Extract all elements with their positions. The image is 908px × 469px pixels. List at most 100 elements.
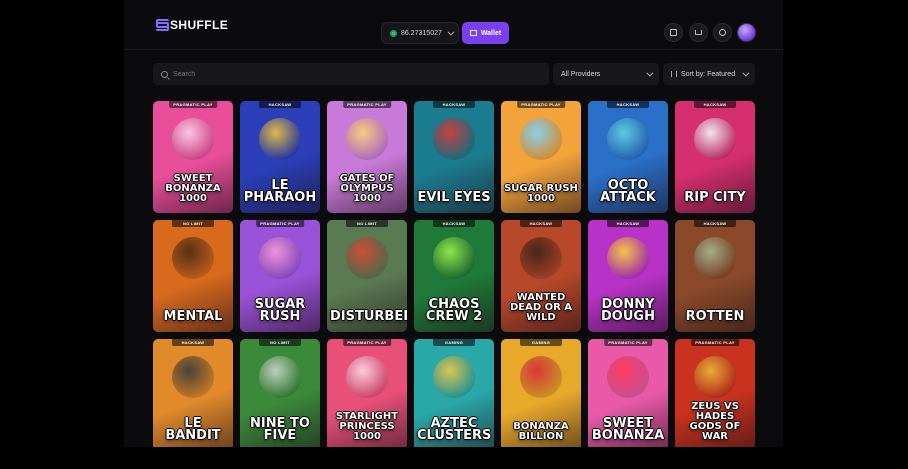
game-title: Chaos Crew 2: [425, 297, 483, 324]
game-art: [346, 237, 388, 280]
search-input[interactable]: [173, 70, 533, 78]
game-card[interactable]: PRAGMATIC PLAY Sugar Rush: [240, 220, 320, 332]
provider-badge: HACKSAW: [520, 220, 562, 227]
game-title: Donny Dough: [601, 297, 655, 324]
game-grid: PRAGMATIC PLAY Sweet Bonanza 1000 HACKSAW L…: [153, 101, 755, 447]
game-card[interactable]: HACKSAW Le Pharaoh: [240, 101, 320, 213]
provider-badge: PRAGMATIC PLAY: [343, 339, 391, 346]
game-card[interactable]: NO LIMIT Mental: [153, 220, 233, 332]
game-art: [607, 356, 649, 399]
game-art: [433, 118, 475, 161]
chat-icon: [719, 29, 726, 36]
game-card[interactable]: PRAGMATIC PLAY Gates of Olympus 1000: [327, 101, 407, 213]
game-card[interactable]: GAMING Aztec Clusters: [414, 339, 494, 447]
game-card[interactable]: PRAGMATIC PLAY Sweet Bonanza 1000: [153, 101, 233, 213]
provider-badge: PRAGMATIC PLAY: [517, 101, 565, 108]
game-title: Bonanza Billion: [513, 421, 569, 442]
sort-select-value: Sort by: Featured: [681, 70, 736, 78]
game-card[interactable]: NO LIMIT Disturbed: [327, 220, 407, 332]
wallet-label: Wallet: [480, 29, 502, 37]
sort-select[interactable]: Sort by: Featured: [663, 63, 755, 85]
game-art: [520, 118, 562, 161]
game-title: Sugar Rush: [254, 297, 306, 324]
provider-badge: HACKSAW: [433, 101, 475, 108]
search-bar[interactable]: [153, 63, 549, 85]
avatar[interactable]: [737, 23, 756, 42]
game-art: [346, 356, 388, 399]
game-title: Le Bandit: [165, 416, 221, 443]
game-title: Zeus vs Hades Gods of War: [689, 401, 741, 442]
game-card[interactable]: HACKSAW Octo Attack: [588, 101, 668, 213]
wallet-icon: [469, 30, 477, 36]
game-art: [520, 356, 562, 399]
game-card[interactable]: PRAGMATIC PLAY Starlight Princess 1000: [327, 339, 407, 447]
game-art: [694, 356, 736, 399]
search-icon: [161, 70, 168, 78]
rewards-icon: [670, 29, 677, 36]
game-title: Evil Eyes: [417, 190, 491, 205]
game-art: [433, 237, 475, 280]
game-title: Octo Attack: [600, 178, 656, 205]
provider-badge: HACKSAW: [694, 101, 736, 108]
provider-badge: HACKSAW: [694, 220, 736, 227]
game-card[interactable]: HACKSAW Chaos Crew 2: [414, 220, 494, 332]
game-title: Disturbed: [330, 309, 407, 324]
game-title: Starlight Princess 1000: [335, 411, 399, 442]
game-card[interactable]: PRAGMATIC PLAY Zeus vs Hades Gods of War: [675, 339, 755, 447]
game-card[interactable]: HACKSAW Le Bandit: [153, 339, 233, 447]
provider-badge: PRAGMATIC PLAY: [256, 220, 304, 227]
casino-app: SHUFFLE 86.27315027 Wallet All Providers: [124, 0, 783, 447]
game-card[interactable]: PRAGMATIC PLAY Sugar Rush 1000: [501, 101, 581, 213]
provider-badge: PRAGMATIC PLAY: [604, 339, 652, 346]
game-card[interactable]: NO LIMIT Nine to Five: [240, 339, 320, 447]
sort-icon: [671, 71, 677, 77]
provider-select-value: All Providers: [561, 70, 601, 78]
game-title: Gates of Olympus 1000: [339, 173, 395, 204]
game-art: [259, 237, 301, 280]
provider-badge: PRAGMATIC PLAY: [343, 101, 391, 108]
provider-badge: HACKSAW: [433, 220, 475, 227]
game-title: Wanted Dead or a Wild: [509, 292, 573, 323]
game-title: Sweet Bonanza: [591, 416, 665, 443]
game-art: [607, 237, 649, 280]
game-art: [172, 237, 214, 280]
game-art: [694, 118, 736, 161]
game-card[interactable]: HACKSAW Evil Eyes: [414, 101, 494, 213]
vip-button[interactable]: [689, 23, 708, 42]
vip-crown-icon: [695, 30, 702, 35]
provider-badge: PRAGMATIC PLAY: [691, 339, 739, 346]
provider-select[interactable]: All Providers: [553, 63, 659, 85]
game-title: Rip City: [684, 190, 746, 205]
game-card[interactable]: GAMING Bonanza Billion: [501, 339, 581, 447]
game-art: [694, 237, 736, 280]
balance-dropdown[interactable]: 86.27315027: [381, 22, 459, 44]
game-title: Nine to Five: [250, 416, 310, 443]
provider-badge: HACKSAW: [259, 101, 301, 108]
provider-badge: NO LIMIT: [346, 220, 388, 227]
balance-amount: 86.27315027: [401, 29, 442, 37]
game-title: Sweet Bonanza 1000: [165, 173, 221, 204]
logo[interactable]: SHUFFLE: [156, 18, 228, 32]
wallet-button[interactable]: Wallet: [462, 22, 509, 44]
game-card[interactable]: HACKSAW Wanted Dead or a Wild: [501, 220, 581, 332]
provider-badge: NO LIMIT: [172, 220, 214, 227]
game-title: Rotten: [685, 309, 745, 324]
provider-badge: PRAGMATIC PLAY: [169, 101, 217, 108]
game-card[interactable]: HACKSAW Donny Dough: [588, 220, 668, 332]
provider-badge: GAMING: [433, 339, 475, 346]
provider-badge: GAMING: [520, 339, 562, 346]
game-art: [520, 237, 562, 280]
provider-badge: HACKSAW: [607, 101, 649, 108]
chat-button[interactable]: [713, 23, 732, 42]
game-card[interactable]: HACKSAW Rip City: [675, 101, 755, 213]
rewards-button[interactable]: [664, 23, 683, 42]
game-art: [259, 356, 301, 399]
game-card[interactable]: HACKSAW Rotten: [675, 220, 755, 332]
header-bar: SHUFFLE 86.27315027 Wallet: [124, 0, 783, 50]
game-art: [346, 118, 388, 161]
provider-badge: HACKSAW: [607, 220, 649, 227]
provider-badge: HACKSAW: [172, 339, 214, 346]
game-card[interactable]: PRAGMATIC PLAY Sweet Bonanza: [588, 339, 668, 447]
game-title: Le Pharaoh: [243, 178, 317, 205]
game-art: [259, 118, 301, 161]
